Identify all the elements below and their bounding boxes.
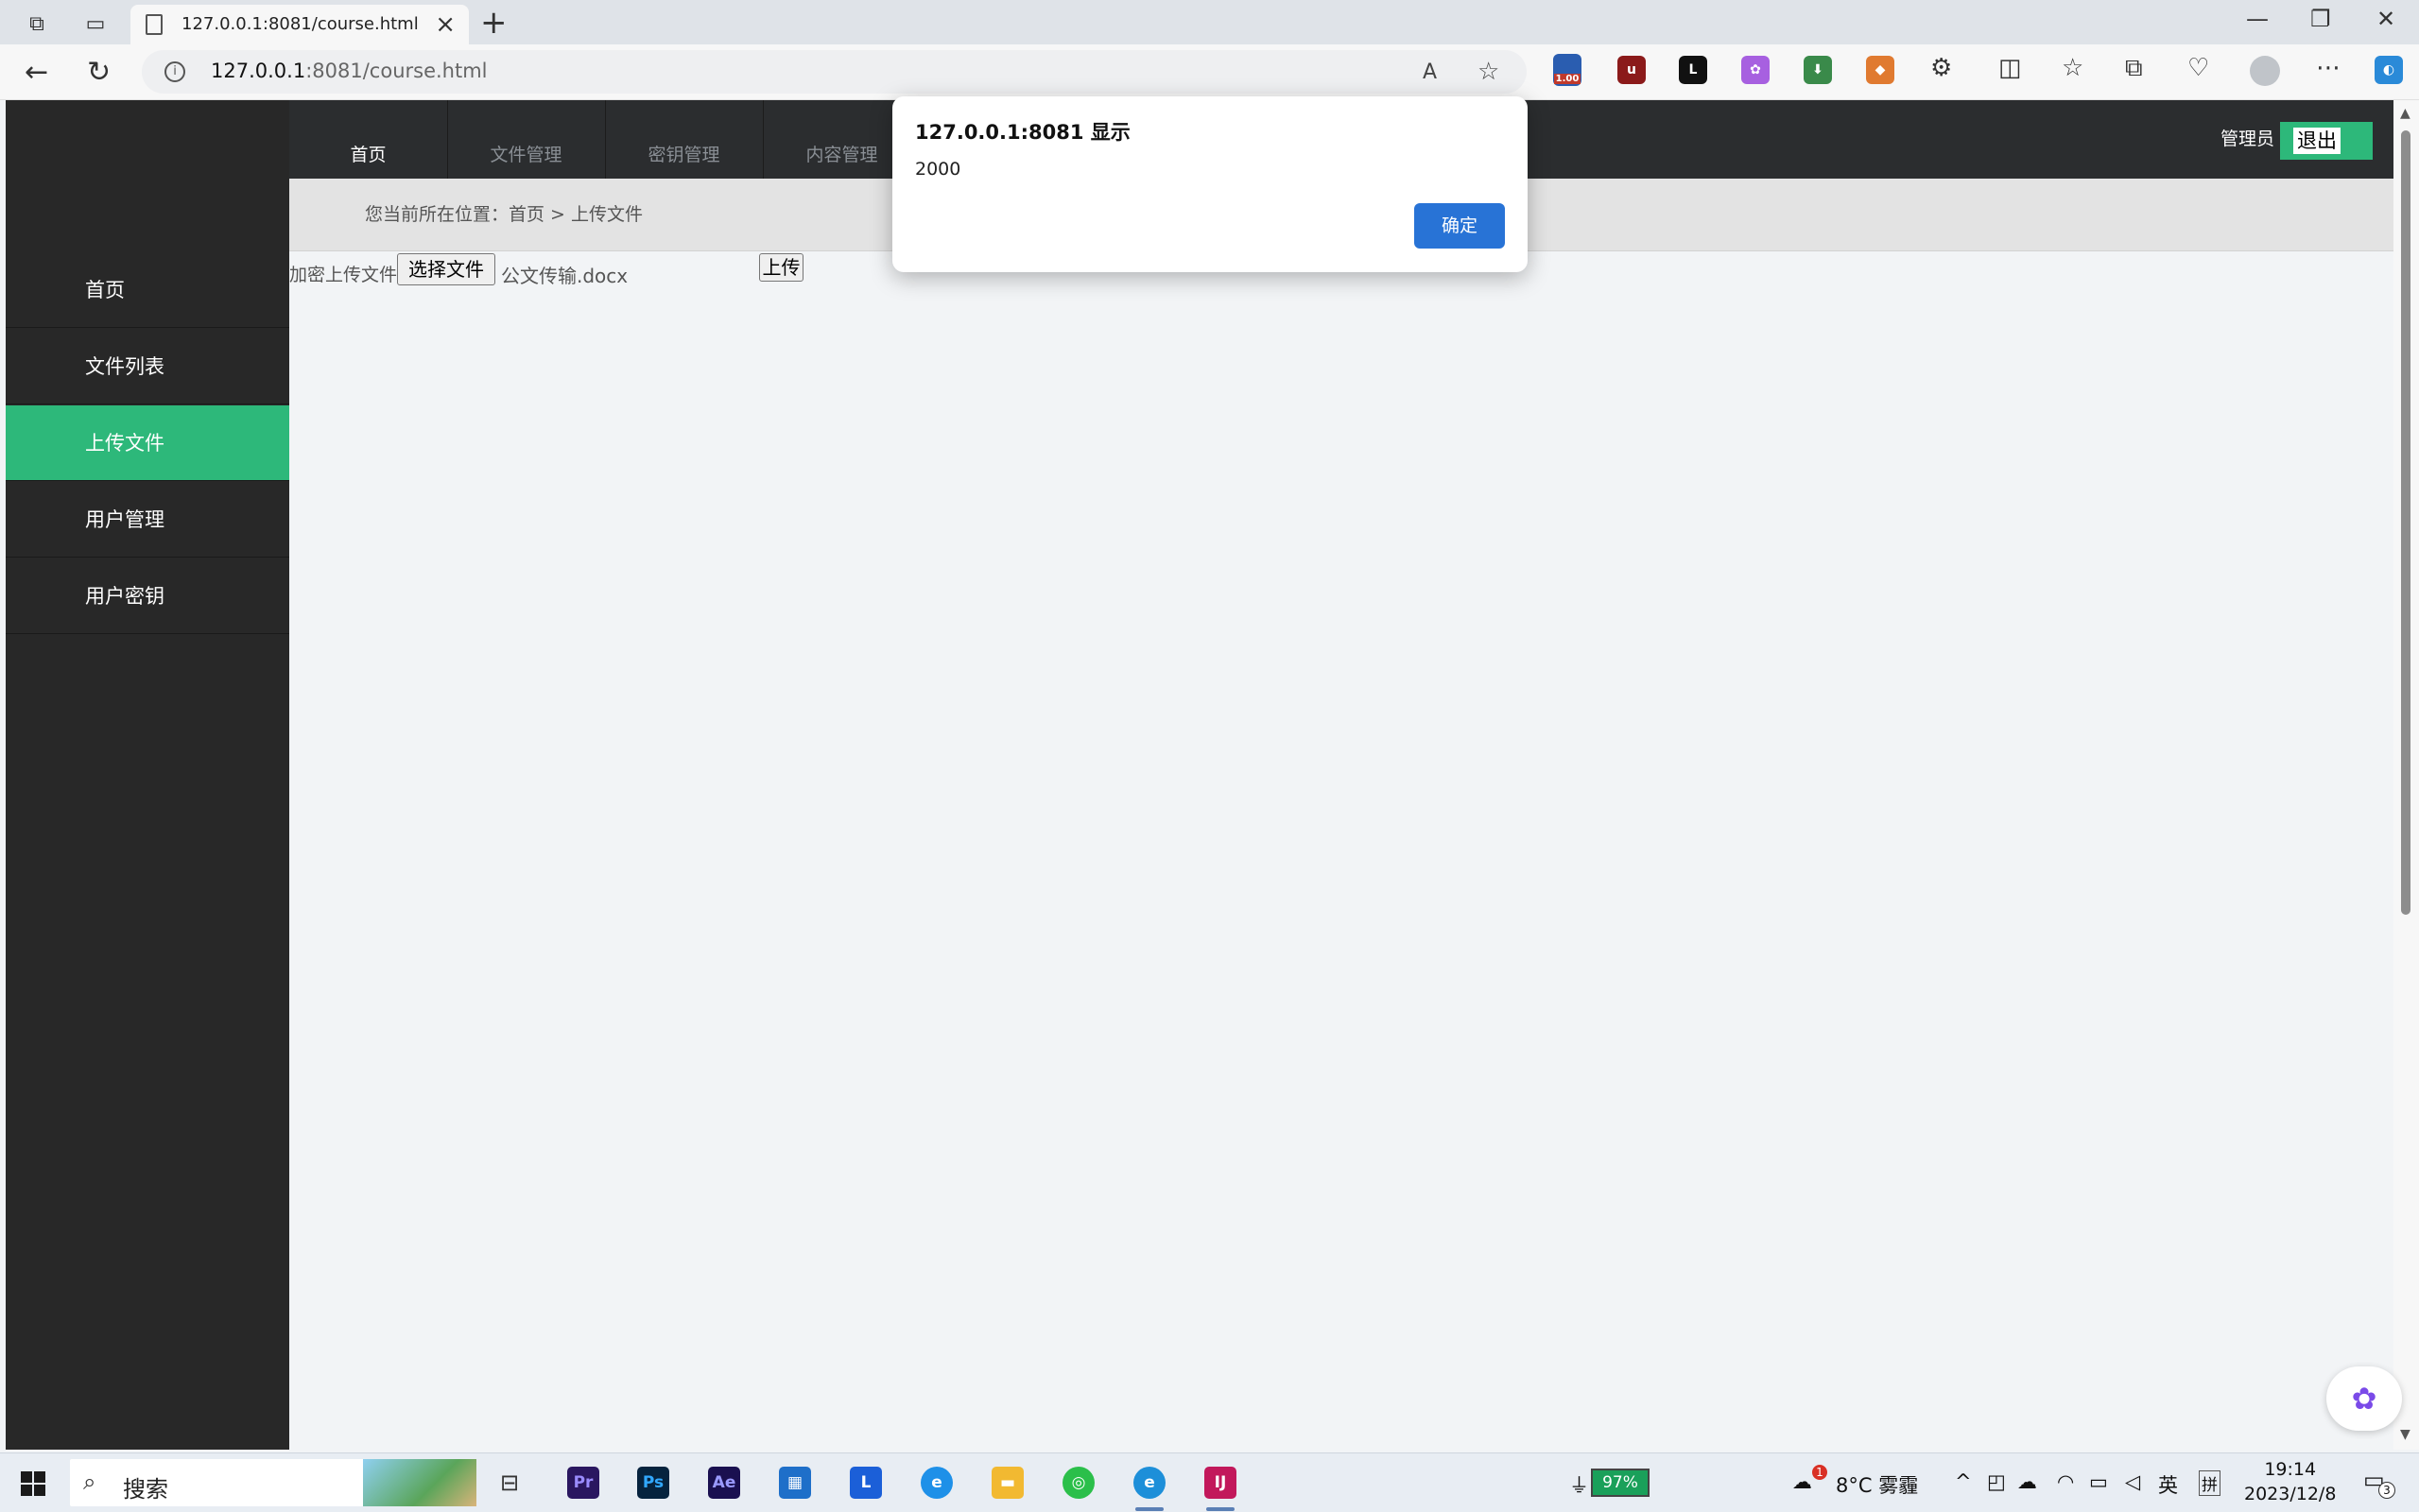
selected-filename: 公文传输.docx [501, 265, 629, 287]
task-view-icon[interactable]: ⊟ [493, 1467, 526, 1499]
wifi-icon[interactable]: ◠ [2057, 1470, 2074, 1493]
store-app-icon[interactable]: ▦ [779, 1467, 811, 1499]
scrollbar-thumb[interactable] [2401, 130, 2410, 915]
sidebar-item-home[interactable]: 首页 [6, 252, 289, 328]
sidebar-item-user-keys[interactable]: 用户密钥 [6, 558, 289, 634]
browser-tab[interactable]: 127.0.0.1:8081/course.html × [130, 5, 469, 44]
more-menu-icon[interactable]: ⋯ [2316, 54, 2341, 82]
search-highlight-image [363, 1459, 476, 1506]
upload-label: 加密上传文件 [289, 265, 398, 285]
power-plug-icon[interactable]: ⏚ [1569, 1470, 1589, 1499]
new-tab-icon[interactable]: + [480, 4, 508, 42]
site-info-icon[interactable]: i [164, 61, 185, 82]
weather-icon[interactable]: ☁ [1792, 1470, 1812, 1493]
split-screen-icon[interactable]: ◫ [1998, 54, 2022, 82]
page-icon [146, 14, 163, 35]
show-hidden-icons-icon[interactable]: ^ [1955, 1470, 1972, 1493]
profile-avatar-icon[interactable] [2250, 56, 2280, 86]
browser-tab-bar: ⧉ ▭ 127.0.0.1:8081/course.html × + — ❐ ✕ [0, 0, 2419, 44]
intellij-active-indicator [1206, 1507, 1235, 1511]
battery-indicator[interactable]: 97% [1591, 1469, 1650, 1497]
workspaces-icon[interactable]: ⧉ [23, 9, 51, 38]
address-bar[interactable]: i 127.0.0.1:8081/course.html A ☆ [142, 50, 1527, 94]
window-close-icon[interactable]: ✕ [2376, 6, 2395, 32]
logout-label: 退出 [2293, 128, 2341, 154]
ime-mode[interactable]: 拼 [2199, 1470, 2220, 1496]
onedrive-icon[interactable]: ☁ [2017, 1470, 2037, 1493]
ie-browser-icon[interactable]: e [921, 1467, 953, 1499]
dialog-ok-button[interactable]: 确定 [1414, 203, 1505, 249]
logout-button[interactable]: 退出 [2280, 122, 2373, 160]
tray-app-icon[interactable]: ◰ [1987, 1470, 2006, 1493]
photoshop-app-icon[interactable]: Ps [637, 1467, 669, 1499]
weather-text[interactable]: 8°C 雾霾 [1836, 1470, 1918, 1499]
dialog-message: 2000 [915, 159, 961, 180]
nav-item-key-management[interactable]: 密钥管理 [605, 100, 764, 179]
media-extension-icon[interactable]: 1.00 [1553, 54, 1581, 86]
url-text[interactable]: 127.0.0.1:8081/course.html [211, 60, 488, 82]
clock-date: 2023/12/8 [2244, 1484, 2337, 1504]
taskbar-clock[interactable]: 19:14 2023/12/8 [2244, 1457, 2336, 1506]
floating-ai-assistant-icon[interactable]: ✿ [2326, 1366, 2402, 1431]
web-page: 首页 文件列表 上传文件 用户管理 用户密钥 首页 文件管理 密钥管理 内容管理… [6, 100, 2393, 1450]
nav-item-file-management[interactable]: 文件管理 [447, 100, 606, 179]
sidebar-item-upload[interactable]: 上传文件 [6, 405, 289, 481]
lark-app-icon[interactable]: L [850, 1467, 882, 1499]
browser-essentials-icon[interactable]: ♡ [2187, 54, 2209, 82]
tab-actions-icon[interactable]: ▭ [81, 9, 110, 38]
address-toolbar: ← ↻ i 127.0.0.1:8081/course.html A ☆ 1.0… [0, 44, 2419, 100]
scroll-down-icon[interactable]: ▼ [2400, 1427, 2410, 1442]
favorite-star-icon[interactable]: ☆ [1477, 58, 1499, 86]
scroll-up-icon[interactable]: ▲ [2400, 106, 2410, 121]
sidebar-item-file-list[interactable]: 文件列表 [6, 329, 289, 404]
upload-button[interactable]: 上传 [759, 253, 803, 282]
minimize-icon[interactable]: — [2246, 6, 2269, 32]
file-explorer-icon[interactable]: ▬ [992, 1467, 1024, 1499]
wechat-app-icon[interactable]: ◎ [1063, 1467, 1095, 1499]
read-aloud-icon[interactable]: A [1423, 60, 1437, 84]
edge-app-icon[interactable]: e [1133, 1467, 1166, 1499]
ime-language[interactable]: 英 [2158, 1470, 2178, 1499]
page-scrollbar[interactable]: ▲ ▼ [2393, 100, 2419, 1450]
refresh-icon[interactable]: ↻ [87, 56, 111, 89]
nav-item-home[interactable]: 首页 [289, 100, 448, 179]
notification-count: 3 [2378, 1482, 2395, 1499]
download-extension-icon[interactable]: ⬇ [1804, 56, 1832, 84]
copilot-icon[interactable]: ◐ [2375, 56, 2403, 84]
tab-title: 127.0.0.1:8081/course.html [181, 14, 419, 34]
dialog-title: 127.0.0.1:8081 显示 [915, 121, 1131, 144]
collections-icon[interactable]: ⧉ [2125, 54, 2143, 83]
search-icon: ⌕ [83, 1469, 96, 1495]
breadcrumb-text: 您当前所在位置：首页 > 上传文件 [365, 204, 643, 225]
weather-alert-badge: 1 [1812, 1465, 1827, 1480]
close-tab-icon[interactable]: × [435, 10, 456, 39]
after-effects-app-icon[interactable]: Ae [708, 1467, 740, 1499]
edge-active-indicator [1135, 1507, 1164, 1511]
taskbar: ⌕ 搜索 ⊟ Pr Ps Ae ▦ L e ▬ ◎ e IJ ⏚ 97% ☁ 1… [0, 1452, 2419, 1512]
url-host: 127.0.0.1 [211, 60, 306, 82]
url-path: :8081/course.html [305, 60, 488, 82]
windows-start-icon[interactable] [21, 1471, 45, 1496]
ublock-extension-icon[interactable]: u [1617, 56, 1646, 84]
back-icon[interactable]: ← [25, 56, 48, 89]
alert-dialog: 127.0.0.1:8081 显示 2000 确定 [892, 96, 1528, 272]
sidebar-item-users[interactable]: 用户管理 [6, 482, 289, 558]
choose-file-button[interactable]: 选择文件 [397, 253, 495, 285]
intellij-app-icon[interactable]: IJ [1204, 1467, 1236, 1499]
shield-extension-icon[interactable]: ◆ [1866, 56, 1894, 84]
extension-badge: 1.00 [1553, 73, 1581, 84]
premiere-app-icon[interactable]: Pr [567, 1467, 599, 1499]
sidebar: 首页 文件列表 上传文件 用户管理 用户密钥 [6, 100, 289, 1450]
clock-time: 19:14 [2264, 1459, 2317, 1480]
restore-icon[interactable]: ❐ [2310, 6, 2331, 32]
l-extension-icon[interactable]: L [1679, 56, 1707, 84]
brain-extension-icon[interactable]: ✿ [1741, 56, 1770, 84]
search-placeholder: 搜索 [123, 1476, 168, 1503]
battery-tray-icon[interactable]: ▭ [2089, 1470, 2108, 1493]
admin-label: 管理员 [2220, 129, 2274, 149]
volume-icon[interactable]: ◁ [2125, 1470, 2140, 1493]
favorites-icon[interactable]: ☆ [2062, 54, 2083, 82]
extensions-icon[interactable]: ⚙ [1930, 54, 1952, 82]
taskbar-search[interactable]: ⌕ 搜索 [70, 1459, 476, 1506]
